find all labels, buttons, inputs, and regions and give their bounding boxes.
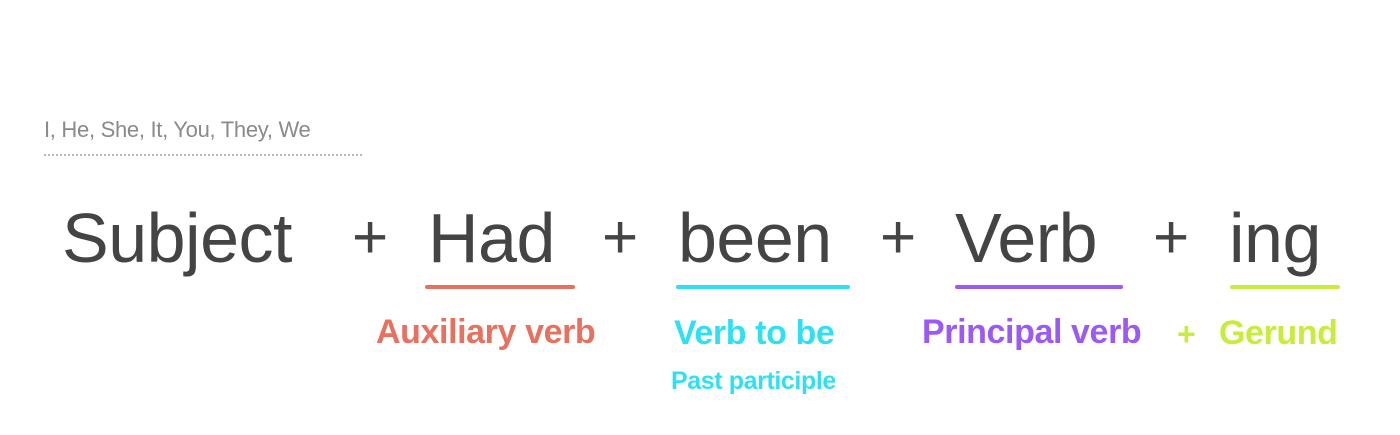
- past-participle-label: Past participle: [671, 367, 836, 395]
- gerund-label: Gerund: [1219, 314, 1338, 352]
- formula-verb: Verb: [955, 199, 1098, 277]
- verb-to-be-underline: [676, 285, 850, 289]
- formula-plus-1: +: [352, 203, 389, 272]
- formula-plus-2: +: [602, 203, 639, 272]
- subject-pronouns-dotted-underline: [44, 154, 362, 156]
- formula-had: Had: [428, 199, 555, 277]
- auxiliary-underline: [425, 285, 575, 289]
- formula-plus-3: +: [880, 203, 917, 272]
- subject-pronouns-text: I, He, She, It, You, They, We: [44, 117, 311, 142]
- gerund-underline: [1230, 285, 1340, 289]
- auxiliary-verb-label: Auxiliary verb: [376, 313, 596, 351]
- formula-ing: ing: [1229, 199, 1321, 277]
- formula-been: been: [678, 199, 832, 277]
- principal-verb-label: Principal verb: [922, 313, 1142, 351]
- formula-subject: Subject: [62, 199, 292, 277]
- gerund-plus-label: +: [1177, 316, 1196, 352]
- verb-to-be-label: Verb to be: [674, 314, 835, 352]
- principal-verb-underline: [955, 285, 1123, 289]
- formula-plus-4: +: [1153, 203, 1190, 272]
